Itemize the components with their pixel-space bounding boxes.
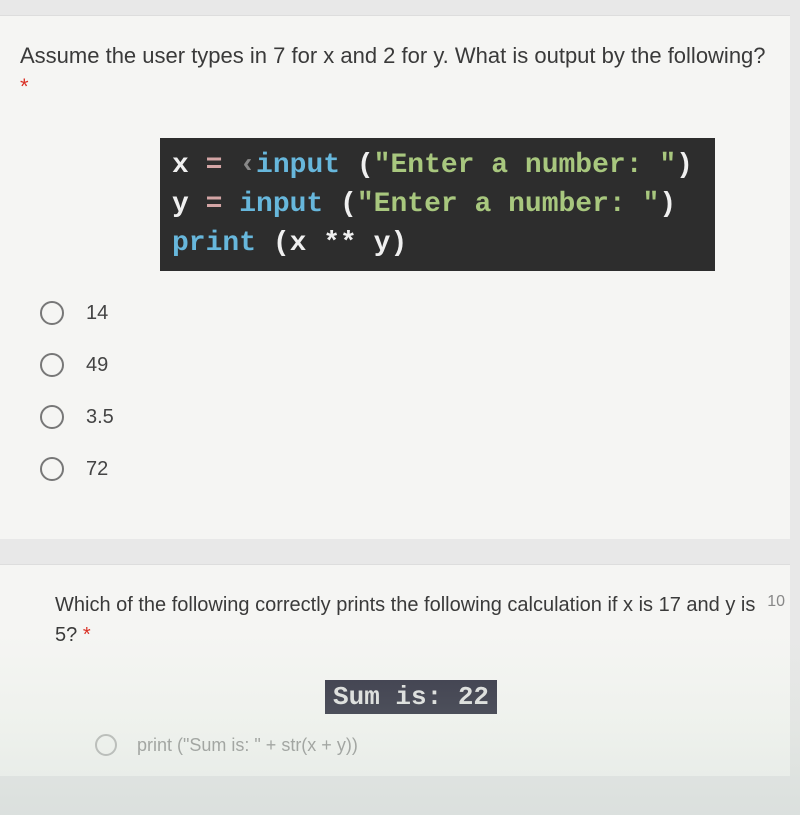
code-line-3: print (x ** y) [172, 224, 703, 263]
question-1-prompt: Assume the user types in 7 for x and 2 f… [20, 41, 770, 103]
radio-icon[interactable] [40, 301, 64, 325]
option-72[interactable]: 72 [40, 457, 770, 481]
expected-output: Sum is: 22 [325, 680, 497, 714]
question-2-prompt: Which of the following correctly prints … [55, 590, 770, 650]
radio-icon[interactable] [40, 353, 64, 377]
option-3-5[interactable]: 3.5 [40, 405, 770, 429]
option-14[interactable]: 14 [40, 301, 770, 325]
required-asterisk: * [83, 624, 91, 646]
question-points: 10 [767, 593, 785, 611]
required-asterisk: * [20, 74, 29, 99]
question-2-text: Which of the following correctly prints … [55, 594, 755, 646]
question-1-card: Assume the user types in 7 for x and 2 f… [0, 15, 790, 539]
code-snippet: x = ‹input ("Enter a number: ") y = inpu… [160, 138, 715, 272]
radio-icon[interactable] [95, 734, 117, 756]
option-label: 49 [86, 354, 108, 377]
code-line-2: y = input ("Enter a number: ") [172, 185, 703, 224]
option-label: 3.5 [86, 406, 114, 429]
option-49[interactable]: 49 [40, 353, 770, 377]
question-1-text: Assume the user types in 7 for x and 2 f… [20, 43, 766, 68]
answer-options: 14 49 3.5 72 [40, 301, 770, 481]
radio-icon[interactable] [40, 405, 64, 429]
option-label: print ("Sum is: " + str(x + y)) [137, 735, 358, 756]
code-line-1: x = ‹input ("Enter a number: ") [172, 146, 703, 185]
question-2-card: 10 Which of the following correctly prin… [0, 564, 790, 776]
q2-option-1[interactable]: print ("Sum is: " + str(x + y)) [95, 734, 770, 756]
option-label: 14 [86, 302, 108, 325]
radio-icon[interactable] [40, 457, 64, 481]
option-label: 72 [86, 458, 108, 481]
